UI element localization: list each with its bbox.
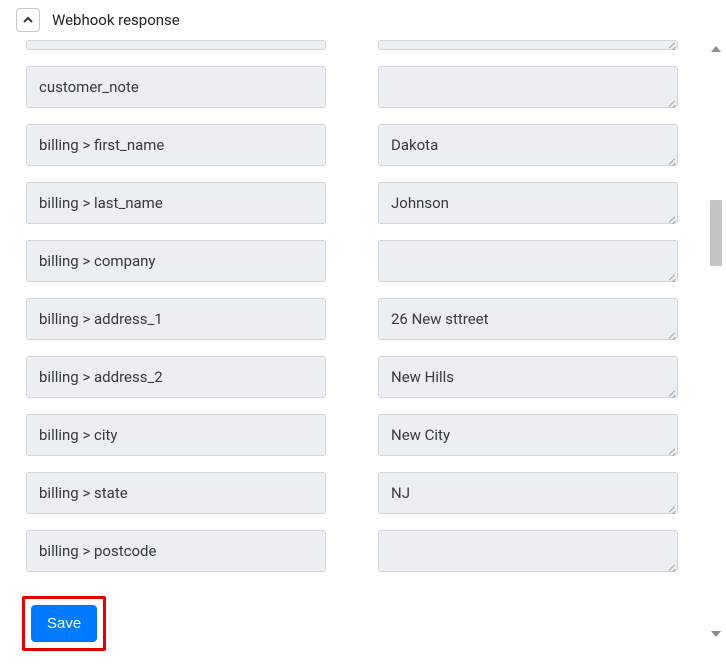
- field-key[interactable]: billing > address_1: [26, 298, 326, 340]
- field-key-text: billing > last_name: [39, 194, 163, 212]
- field-key[interactable]: billing > city: [26, 414, 326, 456]
- field-key-text: billing > state: [39, 484, 128, 502]
- field-value[interactable]: New City: [378, 414, 678, 456]
- field-value-text: Johnson: [391, 194, 449, 212]
- resize-grip-icon: [666, 40, 676, 48]
- section-header: Webhook response: [0, 0, 726, 44]
- field-row: billing > address_1 26 New sttreet: [26, 298, 680, 340]
- chevron-up-icon: [23, 15, 33, 25]
- collapse-toggle[interactable]: [16, 8, 40, 32]
- field-row: [26, 40, 680, 50]
- field-key[interactable]: billing > company: [26, 240, 326, 282]
- resize-grip-icon: [666, 502, 676, 512]
- field-value-text: New City: [391, 426, 450, 444]
- field-value[interactable]: [378, 66, 678, 108]
- field-key[interactable]: customer_note: [26, 66, 326, 108]
- field-row: billing > city New City: [26, 414, 680, 456]
- fields-scroll-area: customer_note billing > first_name Dakot…: [0, 40, 706, 667]
- field-row: billing > first_name Dakota: [26, 124, 680, 166]
- field-key[interactable]: [26, 40, 326, 50]
- field-key[interactable]: billing > address_2: [26, 356, 326, 398]
- field-row: billing > address_2 New Hills: [26, 356, 680, 398]
- field-value-text: NJ: [391, 484, 410, 502]
- field-row: billing > postcode: [26, 530, 680, 572]
- field-key-text: billing > first_name: [39, 136, 164, 154]
- resize-grip-icon: [666, 560, 676, 570]
- field-key-text: billing > address_1: [39, 310, 163, 328]
- field-value-text: New Hills: [391, 368, 454, 386]
- field-value-text: Dakota: [391, 136, 438, 154]
- save-highlight-box: Save: [22, 596, 106, 651]
- save-button[interactable]: Save: [31, 605, 97, 642]
- field-value[interactable]: Dakota: [378, 124, 678, 166]
- field-value[interactable]: [378, 40, 678, 50]
- field-value-text: 26 New sttreet: [391, 310, 489, 328]
- section-title: Webhook response: [52, 11, 180, 29]
- scrollbar-thumb[interactable]: [710, 200, 722, 266]
- field-value[interactable]: Johnson: [378, 182, 678, 224]
- field-row: billing > company: [26, 240, 680, 282]
- field-key-text: billing > city: [39, 426, 118, 444]
- field-row: customer_note: [26, 66, 680, 108]
- field-key[interactable]: billing > state: [26, 472, 326, 514]
- resize-grip-icon: [666, 270, 676, 280]
- field-key-text: billing > postcode: [39, 542, 156, 560]
- vertical-scrollbar[interactable]: [708, 40, 724, 659]
- field-key[interactable]: billing > postcode: [26, 530, 326, 572]
- field-key[interactable]: billing > first_name: [26, 124, 326, 166]
- field-row: billing > state NJ: [26, 472, 680, 514]
- field-key-text: billing > company: [39, 252, 156, 270]
- scroll-up-icon: [711, 46, 721, 52]
- field-value[interactable]: [378, 240, 678, 282]
- field-key-text: billing > address_2: [39, 368, 163, 386]
- resize-grip-icon: [666, 328, 676, 338]
- field-row: billing > last_name Johnson: [26, 182, 680, 224]
- resize-grip-icon: [666, 444, 676, 454]
- field-key[interactable]: billing > last_name: [26, 182, 326, 224]
- field-value[interactable]: 26 New sttreet: [378, 298, 678, 340]
- field-value[interactable]: NJ: [378, 472, 678, 514]
- resize-grip-icon: [666, 96, 676, 106]
- resize-grip-icon: [666, 212, 676, 222]
- field-key-text: customer_note: [39, 78, 139, 96]
- resize-grip-icon: [666, 386, 676, 396]
- scroll-down-icon: [711, 631, 721, 637]
- resize-grip-icon: [666, 154, 676, 164]
- field-value[interactable]: New Hills: [378, 356, 678, 398]
- field-value[interactable]: [378, 530, 678, 572]
